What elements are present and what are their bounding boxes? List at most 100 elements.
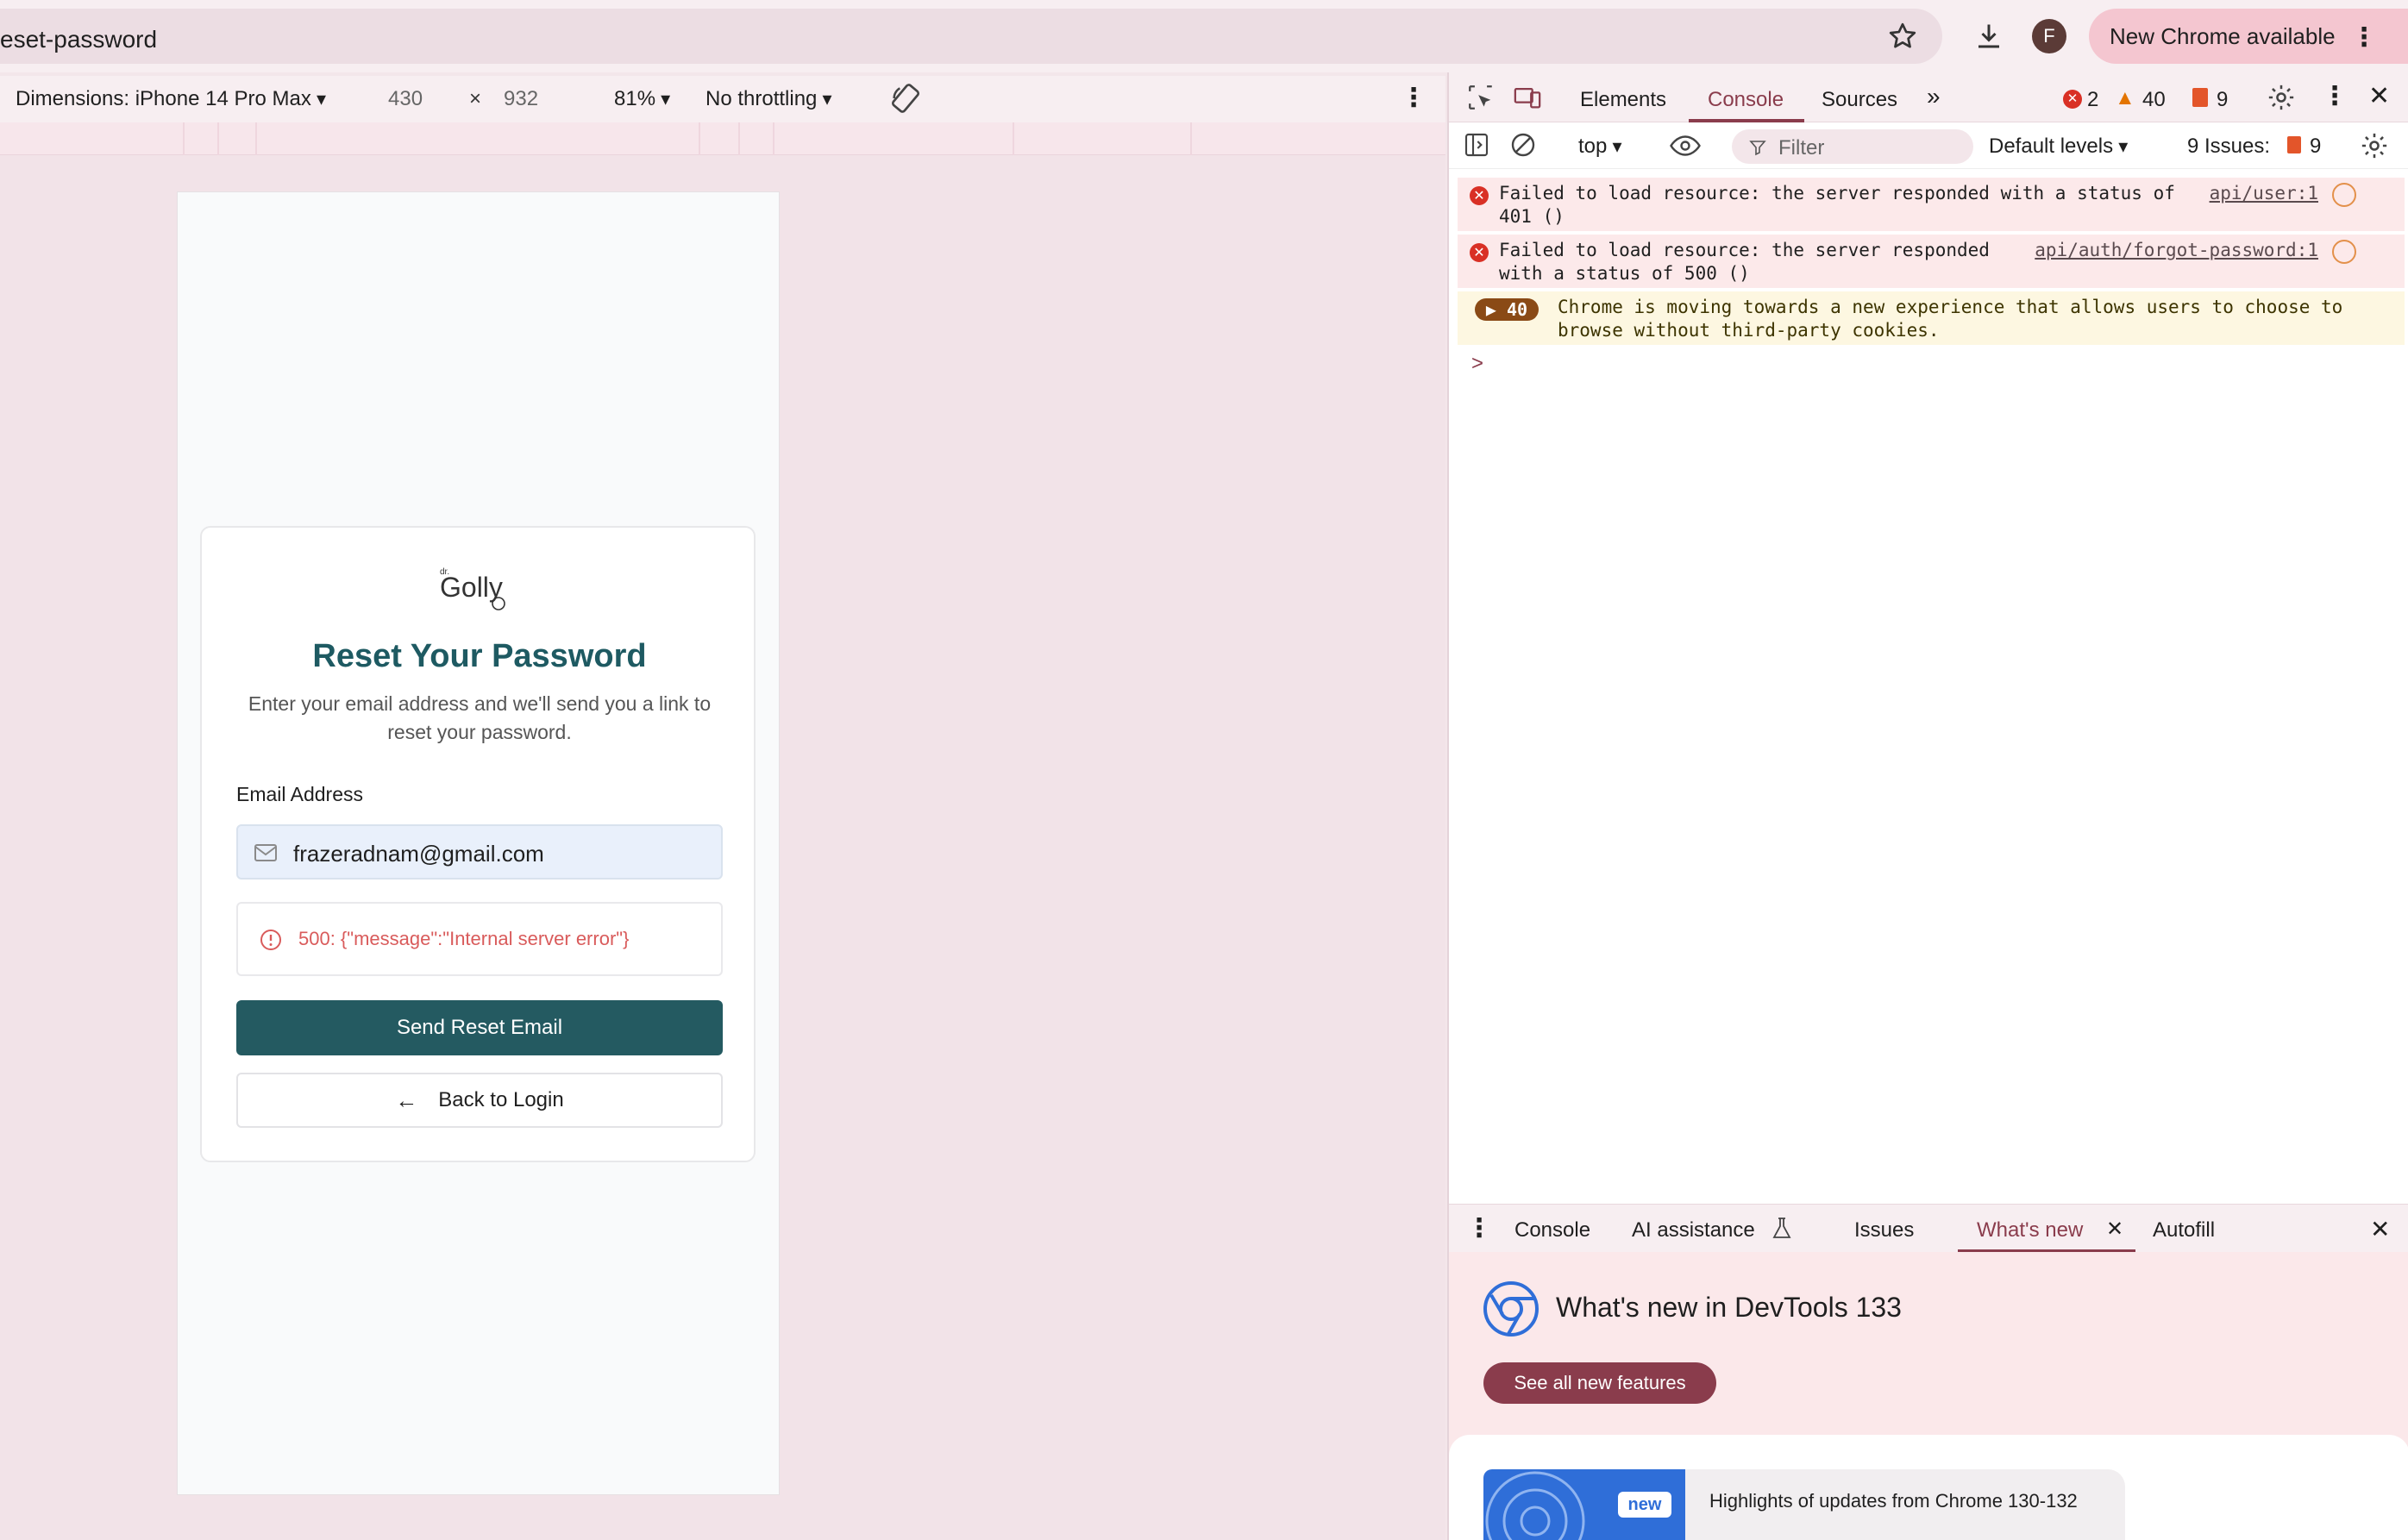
media-query-ruler — [0, 122, 1445, 155]
drawer-tab-console[interactable]: Console — [1514, 1218, 1590, 1243]
settings-gear-icon[interactable] — [2267, 83, 2296, 118]
address-bar[interactable]: eset-password — [0, 9, 1942, 64]
page-subtitle: Enter your email address and we'll send … — [248, 692, 712, 743]
rotate-icon[interactable] — [888, 81, 923, 122]
browser-toolbar: eset-password F New Chrome available ⋮ — [0, 0, 2408, 72]
new-badge: new — [1618, 1492, 1671, 1518]
issues-label[interactable]: 9 Issues: — [2187, 135, 2270, 159]
reset-password-card: dr. Golly Reset Your Password Enter your… — [200, 526, 756, 1162]
flask-icon — [1772, 1217, 1792, 1247]
context-select[interactable]: top — [1578, 135, 1622, 159]
tab-elements[interactable]: Elements — [1580, 88, 1666, 112]
zoom-select[interactable]: 81% — [614, 87, 670, 111]
email-value[interactable]: frazeradnam@gmail.com — [293, 841, 544, 867]
close-drawer-icon[interactable]: ✕ — [2370, 1215, 2390, 1243]
ruler-tick — [1013, 122, 1014, 155]
clear-console-icon[interactable] — [1509, 131, 1537, 165]
sidebar-toggle-icon[interactable] — [1463, 131, 1490, 165]
network-request-icon[interactable] — [2332, 183, 2356, 207]
highlight-thumbnail: new — [1483, 1469, 1685, 1540]
device-toolbar-menu-icon[interactable]: ⋮ — [1401, 83, 1427, 113]
console-source-link[interactable]: api/auth/forgot-password:1 — [2035, 239, 2318, 262]
error-icon: ✕ — [1470, 186, 1489, 205]
arrow-left-icon: ← — [395, 1086, 418, 1113]
devtools-menu-icon[interactable]: ⋮ — [2322, 81, 2348, 111]
highlight-text: Highlights of updates from Chrome 130-13… — [1709, 1490, 2078, 1512]
console-error-message: ✕ Failed to load resource: the server re… — [1458, 178, 2405, 231]
console-message-text: Chrome is moving towards a new experienc… — [1558, 297, 2343, 341]
inspect-element-icon[interactable] — [1466, 83, 1496, 118]
filter-placeholder: Filter — [1778, 136, 1825, 160]
back-to-login-label: Back to Login — [438, 1088, 564, 1111]
device-dimensions-select[interactable]: Dimensions: iPhone 14 Pro Max — [16, 87, 326, 111]
tab-sources[interactable]: Sources — [1822, 88, 1897, 112]
ruler-tick — [255, 122, 257, 155]
tab-console[interactable]: Console — [1708, 88, 1784, 112]
back-to-login-button[interactable]: ← Back to Login — [236, 1073, 723, 1128]
console-settings-icon[interactable] — [2360, 131, 2389, 166]
device-toggle-icon[interactable] — [1513, 83, 1542, 118]
ruler-tick — [699, 122, 700, 155]
whats-new-title: What's new in DevTools 133 — [1556, 1292, 1902, 1323]
download-icon[interactable] — [1970, 17, 2008, 55]
alert-circle-icon — [260, 930, 281, 950]
close-whats-new-tab-icon[interactable]: ✕ — [2106, 1217, 2123, 1242]
issues-badge-count[interactable]: 9 — [2310, 135, 2321, 159]
drawer-tab-issues[interactable]: Issues — [1854, 1218, 1914, 1243]
console-toolbar: top Filter Default levels 9 Issues: 9 — [1449, 122, 2408, 169]
device-height-input[interactable]: 932 — [504, 87, 538, 111]
drawer-tabbar: ⋮ Console AI assistance Issues What's ne… — [1449, 1204, 2408, 1253]
console-warning-message: ▶ 40 Chrome is moving towards a new expe… — [1458, 291, 2405, 345]
error-alert: 500: {"message":"Internal server error"} — [236, 902, 723, 976]
send-reset-email-button[interactable]: Send Reset Email — [236, 1000, 723, 1055]
warning-count[interactable]: 40 — [2142, 88, 2166, 112]
ruler-tick — [183, 122, 185, 155]
dimension-times-icon: × — [469, 87, 482, 110]
ruler-tick — [773, 122, 774, 155]
console-message-text: Failed to load resource: the server resp… — [1499, 183, 2175, 227]
error-count[interactable]: 2 — [2087, 88, 2098, 112]
url-text[interactable]: eset-password — [0, 26, 157, 53]
repeat-count: 40 — [1507, 299, 1528, 320]
page-title: Reset Your Password — [312, 638, 647, 674]
mail-icon — [254, 844, 277, 861]
drawer-menu-icon[interactable]: ⋮ — [1466, 1213, 1492, 1243]
repeat-count-badge[interactable]: ▶ 40 — [1475, 298, 1539, 321]
device-width-input[interactable]: 430 — [388, 87, 423, 111]
console-prompt[interactable]: > — [1471, 352, 1483, 376]
more-tabs-icon[interactable]: » — [1927, 83, 1941, 110]
profile-avatar[interactable]: F — [2032, 19, 2066, 53]
live-expression-eye-icon[interactable] — [1670, 133, 1701, 165]
console-filter-input[interactable]: Filter — [1732, 129, 1973, 164]
logo-wordmark: Golly — [440, 572, 503, 603]
devtools-panel: Elements Console Sources » ✕ 2 ▲ 40 9 ⋮ … — [1447, 72, 2408, 1540]
console-error-message: ✕ Failed to load resource: the server re… — [1458, 235, 2405, 288]
error-message: 500: {"message":"Internal server error"} — [298, 928, 630, 949]
bookmark-star-icon[interactable] — [1884, 17, 1922, 55]
log-levels-select[interactable]: Default levels — [1989, 135, 2128, 159]
kebab-menu-icon[interactable]: ⋮ — [2351, 22, 2377, 53]
issue-count[interactable]: 9 — [2217, 88, 2228, 112]
ruler-tick — [1190, 122, 1192, 155]
email-label: Email Address — [236, 783, 364, 805]
drawer-tab-autofill[interactable]: Autofill — [2153, 1218, 2215, 1243]
email-field[interactable]: frazeradnam@gmail.com — [236, 824, 723, 880]
throttling-select[interactable]: No throttling — [705, 87, 832, 111]
ruler-tick — [738, 122, 740, 155]
network-request-icon[interactable] — [2332, 240, 2356, 264]
new-chrome-available-button[interactable]: New Chrome available ⋮ — [2089, 9, 2408, 64]
drawer-tab-ai-assistance[interactable]: AI assistance — [1632, 1218, 1755, 1243]
console-source-link[interactable]: api/user:1 — [2210, 182, 2318, 205]
close-devtools-icon[interactable]: ✕ — [2368, 81, 2390, 111]
see-all-new-features-button[interactable]: See all new features — [1483, 1362, 1716, 1404]
filter-funnel-icon — [1749, 138, 1766, 162]
highlight-card[interactable]: new Highlights of updates from Chrome 13… — [1449, 1435, 2408, 1540]
issue-flag-icon — [2192, 88, 2208, 107]
drawer-tab-whats-new[interactable]: What's new — [1977, 1218, 2083, 1243]
warning-count-icon: ▲ — [2115, 86, 2135, 110]
error-icon: ✕ — [1470, 243, 1489, 262]
new-chrome-label: New Chrome available — [2110, 22, 2336, 49]
error-count-icon: ✕ — [2063, 90, 2082, 109]
chrome-logo-icon — [1483, 1281, 1539, 1337]
issues-flag-icon — [2287, 136, 2301, 153]
